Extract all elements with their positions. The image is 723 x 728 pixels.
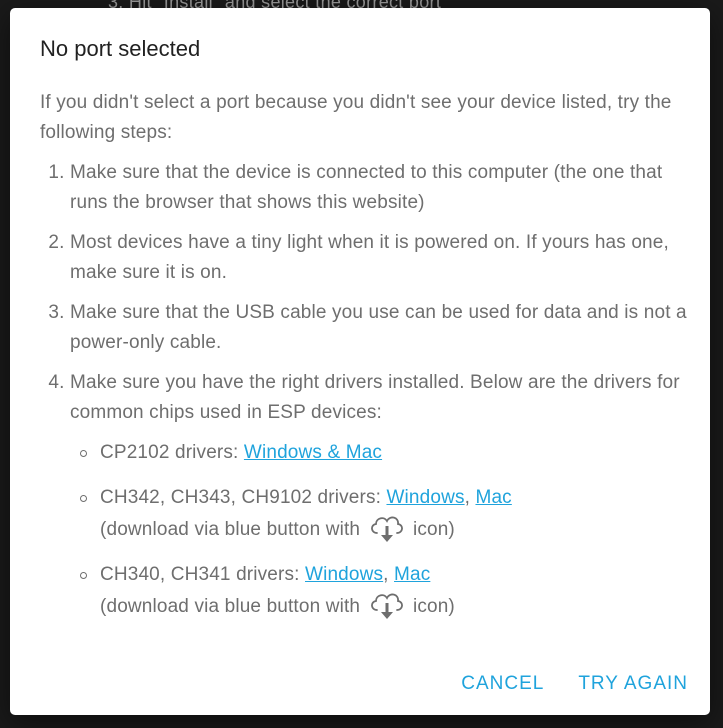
link-separator: , xyxy=(383,564,394,585)
step-text: Most devices have a tiny light when it i… xyxy=(70,232,669,283)
ch340-mac-link[interactable]: Mac xyxy=(394,564,430,585)
driver-note: (download via blue button with xyxy=(100,519,366,540)
dialog-actions: CANCEL TRY AGAIN xyxy=(461,673,688,695)
step-item: Make sure that the device is connected t… xyxy=(70,158,690,218)
ch340-windows-link[interactable]: Windows xyxy=(305,564,383,585)
driver-list: CP2102 drivers: Windows & Mac CH342, CH3… xyxy=(70,438,690,622)
step-text: Make sure you have the right drivers ins… xyxy=(70,372,680,423)
driver-item-cp2102: CP2102 drivers: Windows & Mac xyxy=(70,438,690,468)
cancel-button[interactable]: CANCEL xyxy=(461,673,544,695)
step-item: Most devices have a tiny light when it i… xyxy=(70,228,690,288)
ch342-windows-link[interactable]: Windows xyxy=(386,487,464,508)
driver-label: CH342, CH343, CH9102 drivers: xyxy=(100,487,387,508)
ch342-mac-link[interactable]: Mac xyxy=(475,487,511,508)
cloud-download-icon xyxy=(368,513,406,543)
driver-label: CH340, CH341 drivers: xyxy=(100,564,305,585)
driver-note-end: icon) xyxy=(407,596,455,617)
dialog-content: If you didn't select a port because you … xyxy=(40,88,690,637)
driver-note: (download via blue button with xyxy=(100,596,366,617)
troubleshooting-steps: Make sure that the device is connected t… xyxy=(40,158,690,622)
step-text: Make sure that the USB cable you use can… xyxy=(70,302,687,353)
step-item: Make sure you have the right drivers ins… xyxy=(70,368,690,622)
cloud-download-icon xyxy=(368,590,406,620)
driver-label: CP2102 drivers: xyxy=(100,442,244,463)
driver-item-ch340: CH340, CH341 drivers: Windows, Mac (down… xyxy=(70,560,690,622)
try-again-button[interactable]: TRY AGAIN xyxy=(578,673,688,695)
cp2102-windows-mac-link[interactable]: Windows & Mac xyxy=(244,442,382,463)
dialog-intro: If you didn't select a port because you … xyxy=(40,92,672,143)
step-text: Make sure that the device is connected t… xyxy=(70,162,663,213)
driver-item-ch342: CH342, CH343, CH9102 drivers: Windows, M… xyxy=(70,483,690,545)
dialog-title: No port selected xyxy=(40,36,201,61)
step-item: Make sure that the USB cable you use can… xyxy=(70,298,690,358)
driver-note-end: icon) xyxy=(407,519,455,540)
no-port-dialog: No port selected If you didn't select a … xyxy=(10,8,710,715)
link-separator: , xyxy=(464,487,476,508)
